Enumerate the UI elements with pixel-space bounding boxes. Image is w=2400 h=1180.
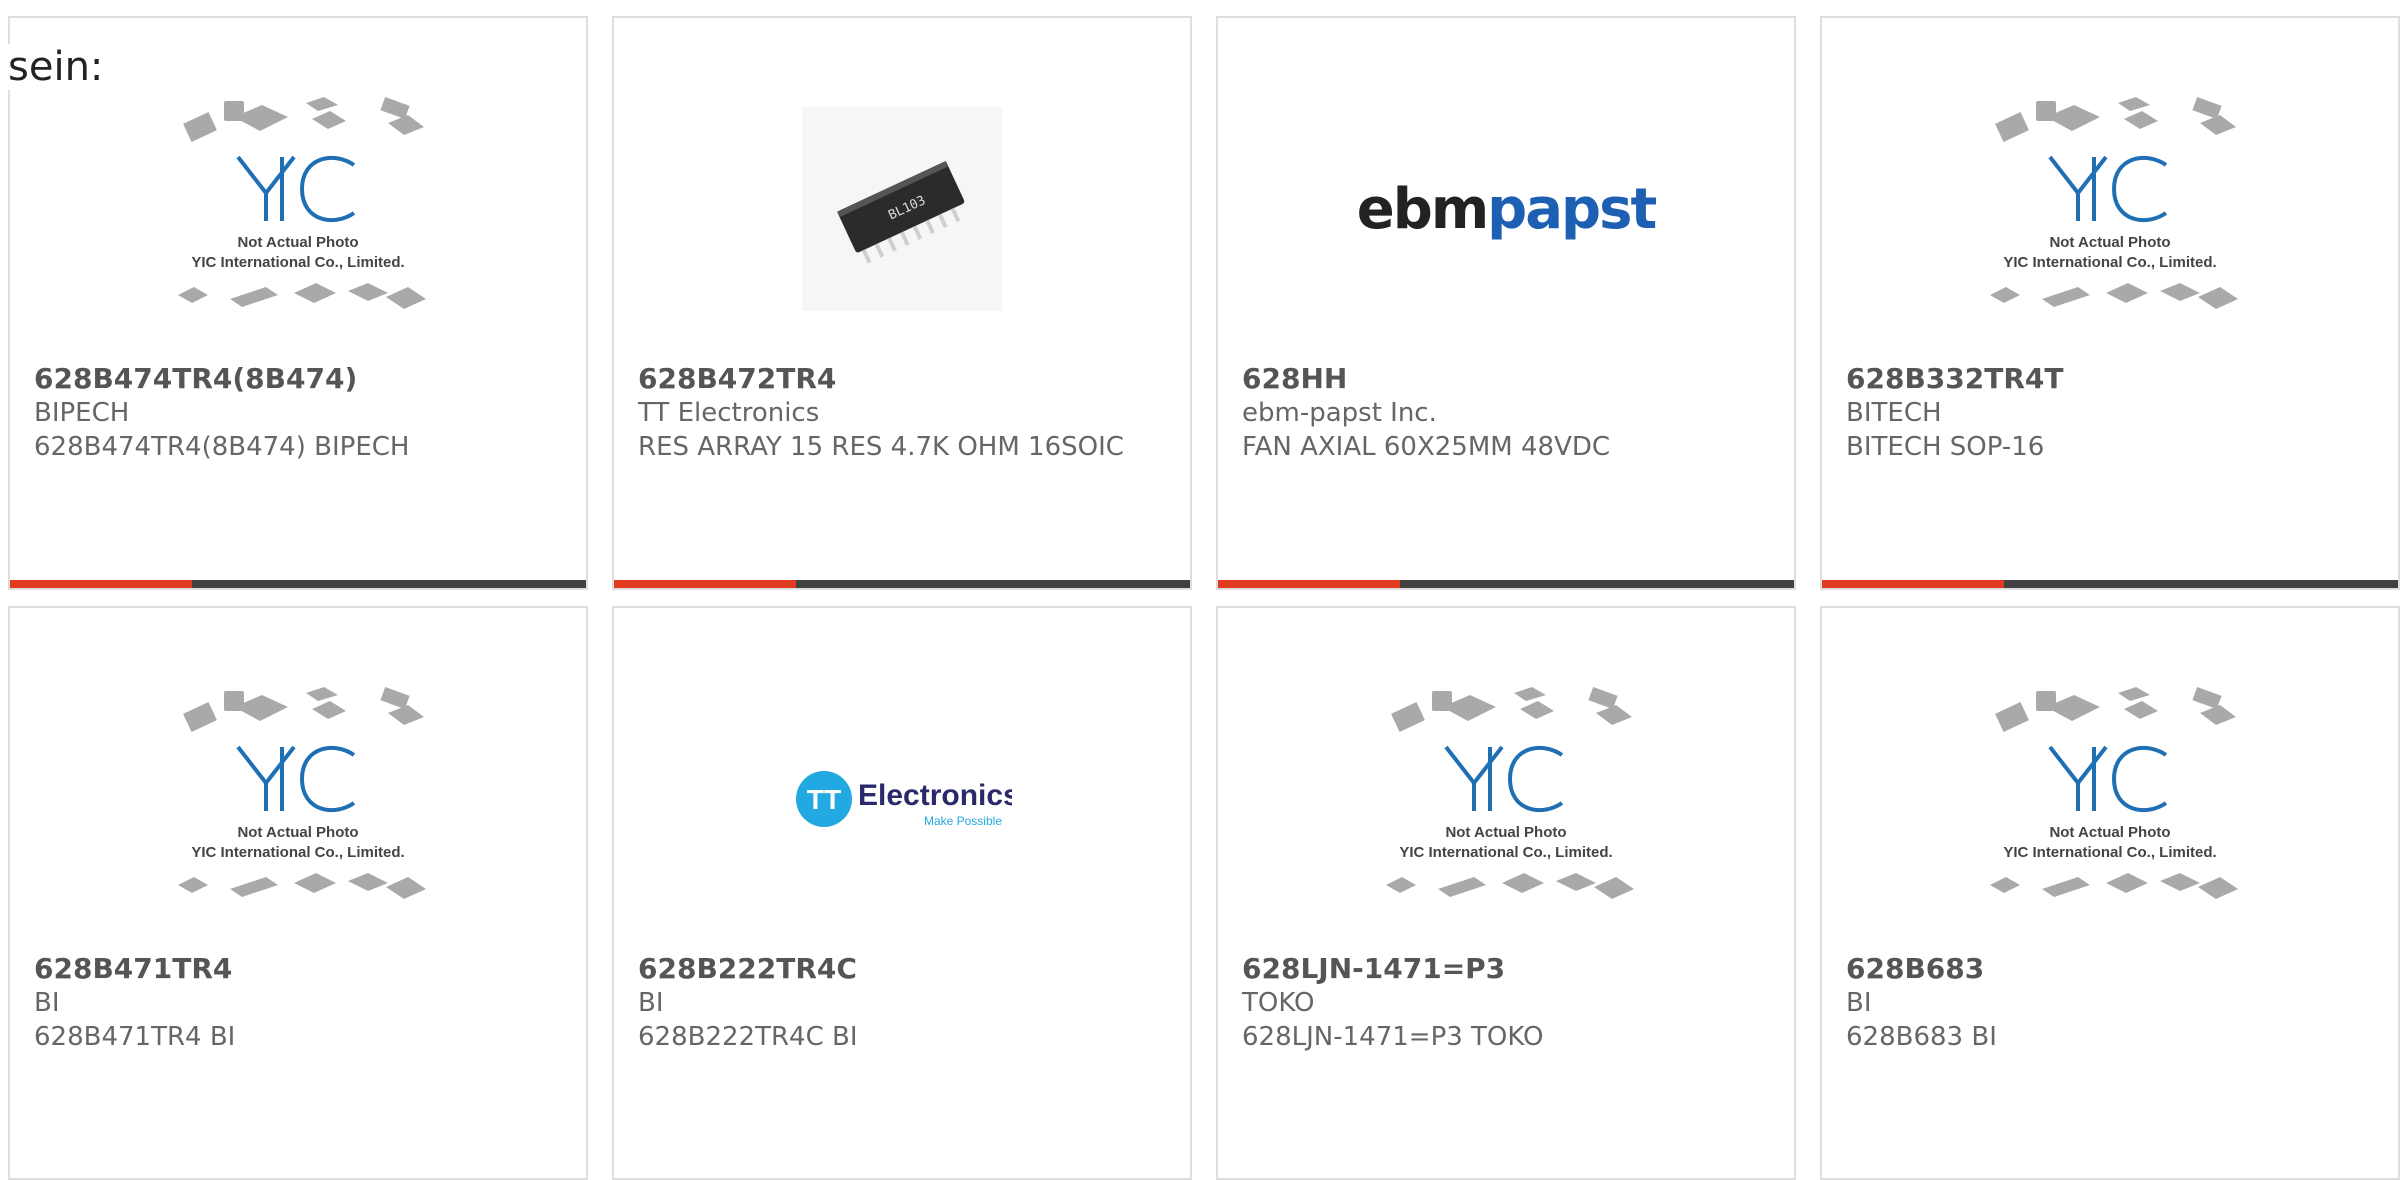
product-image: Not Actual Photo YIC International Co., … — [1822, 648, 2398, 950]
chip-photo: BL103 — [802, 107, 1002, 311]
placeholder-line2: YIC International Co., Limited. — [2003, 254, 2216, 271]
description: 628LJN-1471=P3 TOKO — [1242, 1022, 1544, 1052]
card-accent-bar — [10, 580, 192, 588]
product-image: TT Electronics Make Possible — [614, 648, 1190, 950]
ebmpapst-logo: ebmpapst — [1356, 176, 1657, 242]
placeholder-line1: Not Actual Photo — [1445, 824, 1566, 841]
logo-tt-badge: TT — [807, 784, 841, 815]
card-bottom-bar — [1822, 580, 2398, 588]
placeholder-line1: Not Actual Photo — [237, 824, 358, 841]
description: 628B222TR4C BI — [638, 1022, 858, 1052]
logo-ebm-text: ebm — [1356, 176, 1489, 242]
manufacturer: TT Electronics — [638, 398, 820, 428]
product-card[interactable]: BL103 628B472TR4 TT Electronics RES ARRA… — [612, 16, 1192, 590]
product-card[interactable]: ebmpapst 628HH ebm-papst Inc. FAN AXIAL … — [1216, 16, 1796, 590]
card-accent-bar — [614, 580, 796, 588]
logo-electronics-word: Electronics — [858, 779, 1012, 812]
description: 628B683 BI — [1846, 1022, 1997, 1052]
description: RES ARRAY 15 RES 4.7K OHM 16SOIC — [638, 432, 1124, 462]
product-card[interactable]: Not Actual Photo YIC International Co., … — [1216, 606, 1796, 1180]
manufacturer: BI — [34, 988, 60, 1018]
manufacturer: BI — [638, 988, 664, 1018]
part-number[interactable]: 628B471TR4 — [34, 952, 562, 986]
product-card[interactable]: Not Actual Photo YIC International Co., … — [8, 16, 588, 590]
logo-papst-text: papst — [1487, 176, 1657, 242]
logo-tagline: Make Possible — [924, 814, 1002, 828]
placeholder-image: Not Actual Photo YIC International Co., … — [1990, 96, 2238, 309]
product-card[interactable]: Not Actual Photo YIC International Co., … — [1820, 16, 2400, 590]
tt-electronics-logo: TT Electronics Make Possible — [796, 771, 1012, 828]
manufacturer: BITECH — [1846, 398, 1942, 428]
part-number[interactable]: 628LJN-1471=P3 — [1242, 952, 1770, 986]
part-number[interactable]: 628B474TR4(8B474) — [34, 362, 562, 396]
description: BITECH SOP-16 — [1846, 432, 2045, 462]
card-bottom-bar — [10, 580, 586, 588]
card-accent-bar — [1822, 580, 2004, 588]
placeholder-image: Not Actual Photo YIC International Co., … — [178, 686, 426, 899]
product-image: Not Actual Photo YIC International Co., … — [1822, 58, 2398, 360]
description: 628B474TR4(8B474) BIPECH — [34, 432, 410, 462]
product-image: BL103 — [614, 58, 1190, 360]
product-card[interactable]: Not Actual Photo YIC International Co., … — [8, 606, 588, 1180]
placeholder-line1: Not Actual Photo — [2049, 824, 2170, 841]
placeholder-line2: YIC International Co., Limited. — [1399, 844, 1612, 861]
manufacturer: TOKO — [1242, 988, 1315, 1018]
product-image: Not Actual Photo YIC International Co., … — [10, 58, 586, 360]
product-card[interactable]: Not Actual Photo YIC International Co., … — [1820, 606, 2400, 1180]
card-bottom-bar — [614, 580, 1190, 588]
placeholder-line2: YIC International Co., Limited. — [2003, 844, 2216, 861]
description: 628B471TR4 BI — [34, 1022, 236, 1052]
manufacturer: BI — [1846, 988, 1872, 1018]
placeholder-line1: Not Actual Photo — [237, 234, 358, 251]
card-accent-bar — [1218, 580, 1400, 588]
placeholder-image: Not Actual Photo YIC International Co., … — [178, 96, 426, 309]
part-number[interactable]: 628B222TR4C — [638, 952, 1166, 986]
placeholder-line2: YIC International Co., Limited. — [191, 844, 404, 861]
description: FAN AXIAL 60X25MM 48VDC — [1242, 432, 1611, 462]
product-image: Not Actual Photo YIC International Co., … — [10, 648, 586, 950]
part-number[interactable]: 628B332TR4T — [1846, 362, 2374, 396]
card-bottom-bar — [1218, 580, 1794, 588]
placeholder-line1: Not Actual Photo — [2049, 234, 2170, 251]
placeholder-image: Not Actual Photo YIC International Co., … — [1990, 686, 2238, 899]
placeholder-line2: YIC International Co., Limited. — [191, 254, 404, 271]
part-number[interactable]: 628B472TR4 — [638, 362, 1166, 396]
product-card[interactable]: TT Electronics Make Possible 628B222TR4C… — [612, 606, 1192, 1180]
part-number[interactable]: 628B683 — [1846, 952, 2374, 986]
manufacturer: ebm-papst Inc. — [1242, 398, 1437, 428]
manufacturer: BIPECH — [34, 398, 130, 428]
product-image: ebmpapst — [1218, 58, 1794, 360]
soic-chip-icon: BL103 — [837, 160, 965, 264]
product-image: Not Actual Photo YIC International Co., … — [1218, 648, 1794, 950]
intro-text: sein: — [8, 44, 110, 90]
part-number[interactable]: 628HH — [1242, 362, 1770, 396]
placeholder-image: Not Actual Photo YIC International Co., … — [1386, 686, 1634, 899]
